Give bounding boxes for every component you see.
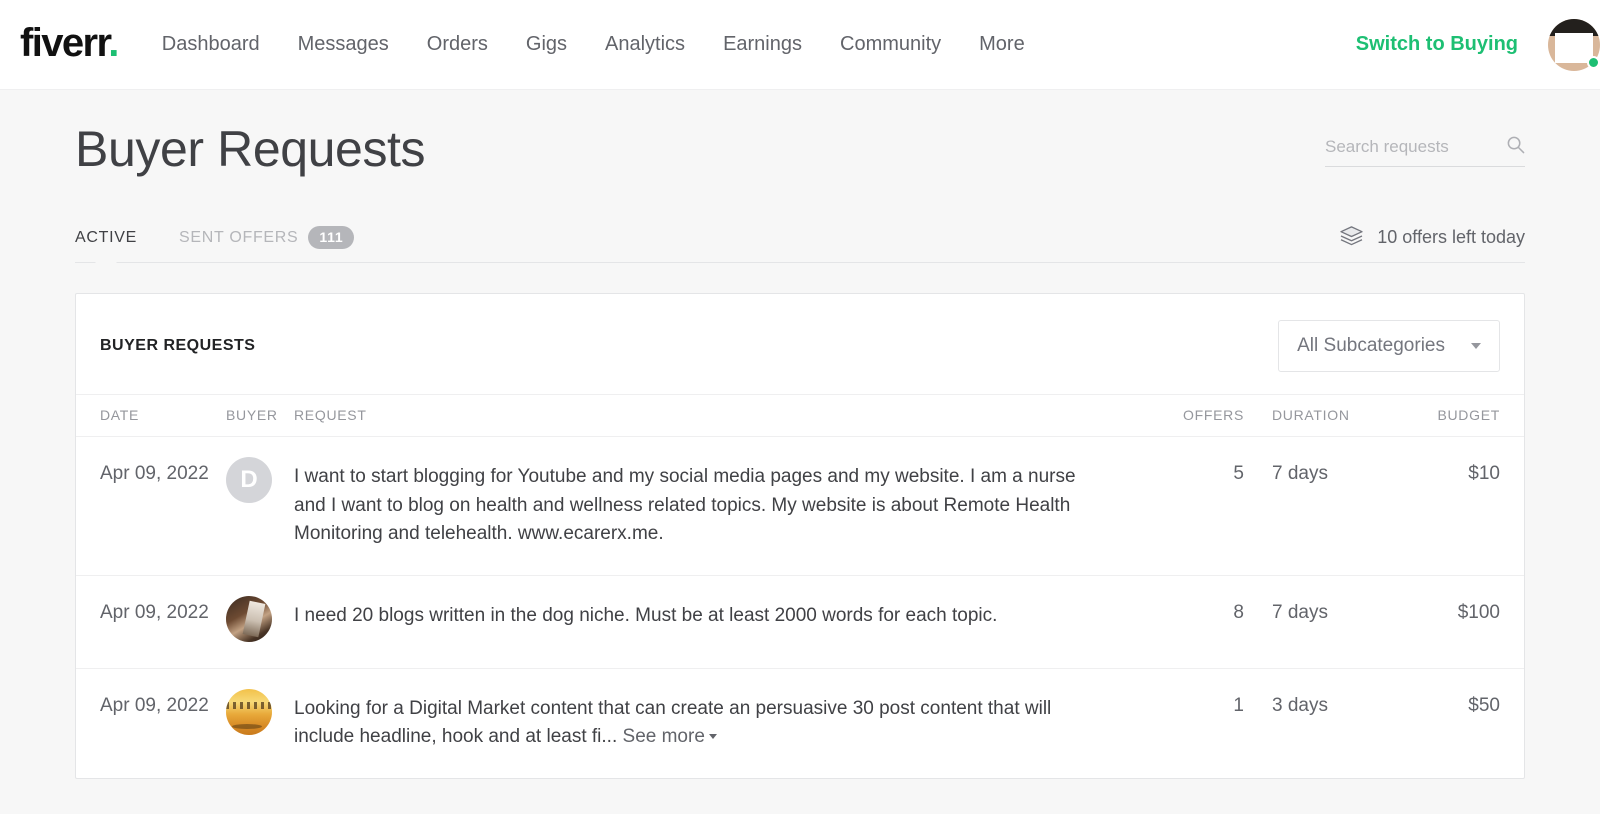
subcategory-select-value: All Subcategories [1297, 335, 1445, 356]
table-row[interactable]: Apr 09, 2022 Looking for a Digital Marke… [76, 668, 1524, 778]
tab-sent-offers[interactable]: SENT OFFERS 111 [179, 213, 355, 262]
page-content: Buyer Requests ACTIVE SENT OFFERS 111 [0, 90, 1600, 779]
column-header-offers: OFFERS [1124, 394, 1244, 437]
chevron-down-icon [708, 734, 717, 740]
row-offers: 8 [1124, 575, 1244, 669]
column-header-request: REQUEST [294, 394, 1124, 437]
logo-text: fiverr [20, 20, 110, 65]
row-request-text: I want to start blogging for Youtube and… [294, 466, 1076, 544]
nav-item-messages[interactable]: Messages [279, 33, 408, 56]
column-header-buyer: BUYER [226, 394, 294, 437]
column-header-duration: DURATION [1244, 394, 1394, 437]
header-right-group: Switch to Buying [1356, 18, 1600, 71]
offers-left-indicator: 10 offers left today [1339, 225, 1525, 251]
nav-item-dashboard[interactable]: Dashboard [162, 33, 279, 56]
row-duration: 3 days [1272, 694, 1328, 716]
row-request: Looking for a Digital Market content tha… [294, 668, 1124, 778]
row-date: Apr 09, 2022 [100, 694, 209, 716]
row-budget: $10 [1394, 436, 1524, 576]
search-box[interactable] [1325, 135, 1525, 167]
offers-left-text: 10 offers left today [1377, 227, 1525, 247]
nav-item-analytics[interactable]: Analytics [586, 33, 704, 56]
row-request: I want to start blogging for Youtube and… [294, 436, 1124, 576]
logo-dot: . [108, 20, 119, 65]
row-request: I need 20 blogs written in the dog niche… [294, 575, 1124, 669]
buyer-requests-card: BUYER REQUESTS All Subcategories DATE BU… [75, 293, 1525, 779]
user-avatar[interactable] [1548, 18, 1600, 71]
table-row[interactable]: Apr 09, 2022 D I want to start blogging … [76, 436, 1524, 576]
tab-active[interactable]: ACTIVE [75, 213, 137, 263]
fiverr-logo[interactable]: fiverr. [20, 20, 119, 67]
row-buyer[interactable]: D [226, 436, 294, 576]
row-date: Apr 09, 2022 [76, 575, 226, 669]
row-request-text: I need 20 blogs written in the dog niche… [294, 604, 998, 626]
tab-sent-offers-label: SENT OFFERS [179, 228, 299, 246]
tab-active-label: ACTIVE [75, 228, 137, 246]
table-header-row: DATE BUYER REQUEST OFFERS DURATION BUDGE… [76, 394, 1524, 437]
main-nav: Dashboard Messages Orders Gigs Analytics… [162, 33, 1044, 56]
table-head: DATE BUYER REQUEST OFFERS DURATION BUDGE… [76, 394, 1524, 437]
card-title: BUYER REQUESTS [100, 337, 256, 354]
see-more-link[interactable]: See more [623, 726, 717, 747]
column-header-budget: BUDGET [1394, 394, 1524, 437]
search-icon[interactable] [1506, 135, 1525, 159]
page-title: Buyer Requests [75, 121, 426, 177]
nav-item-gigs[interactable]: Gigs [507, 33, 586, 56]
nav-item-community[interactable]: Community [821, 33, 960, 56]
table-body: Apr 09, 2022 D I want to start blogging … [76, 436, 1524, 778]
site-header: fiverr. Dashboard Messages Orders Gigs A… [0, 0, 1600, 90]
layers-icon [1339, 225, 1364, 251]
row-date: Apr 09, 2022 [76, 436, 226, 576]
row-duration: 7 days [1244, 575, 1394, 669]
title-row: Buyer Requests [75, 90, 1525, 177]
card-header: BUYER REQUESTS All Subcategories [76, 294, 1524, 394]
row-duration: 7 days [1244, 436, 1394, 576]
tabs-row: ACTIVE SENT OFFERS 111 10 offers left to… [75, 213, 1525, 263]
online-status-dot [1587, 55, 1600, 69]
buyer-avatar [226, 595, 272, 642]
subcategory-select[interactable]: All Subcategories [1278, 320, 1500, 372]
chevron-down-icon [1471, 343, 1481, 349]
row-buyer[interactable] [226, 668, 294, 778]
row-offers: 5 [1124, 436, 1244, 576]
buyer-requests-table: DATE BUYER REQUEST OFFERS DURATION BUDGE… [76, 394, 1524, 778]
see-more-label: See more [622, 726, 705, 747]
buyer-avatar [226, 688, 272, 735]
buyer-avatar: D [226, 457, 272, 503]
sent-offers-count-badge: 111 [308, 226, 355, 249]
switch-to-buying-link[interactable]: Switch to Buying [1356, 33, 1518, 56]
row-budget: $100 [1394, 575, 1524, 669]
row-budget: $50 [1468, 694, 1500, 716]
search-input[interactable] [1325, 137, 1500, 157]
nav-item-earnings[interactable]: Earnings [704, 33, 821, 56]
buyer-avatar-letter: D [240, 466, 258, 493]
nav-item-orders[interactable]: Orders [408, 33, 507, 56]
active-tab-caret-icon [95, 252, 117, 263]
row-buyer[interactable] [226, 575, 294, 669]
nav-item-more[interactable]: More [960, 33, 1044, 56]
table-row[interactable]: Apr 09, 2022 I need 20 blogs written in … [76, 575, 1524, 669]
row-offers: 1 [1233, 694, 1244, 716]
column-header-date: DATE [76, 394, 226, 437]
